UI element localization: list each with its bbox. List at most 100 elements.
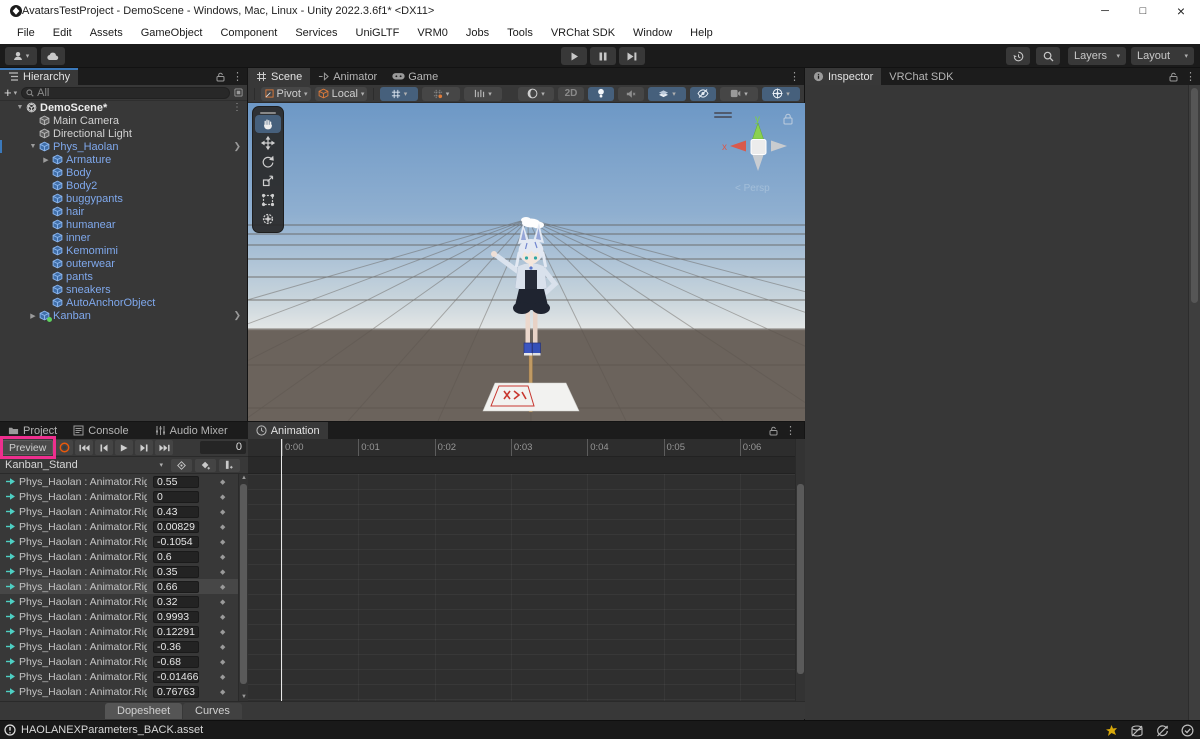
frame-number-field[interactable]: 0 xyxy=(200,441,246,454)
keyframe-diamond-icon[interactable]: ◆ xyxy=(220,508,225,516)
create-object-button[interactable]: + ▾ xyxy=(4,85,17,100)
property-value-field[interactable]: 0.12291 xyxy=(153,625,199,638)
lock-icon[interactable] xyxy=(1169,72,1178,82)
menu-services[interactable]: Services xyxy=(286,22,346,44)
menu-window[interactable]: Window xyxy=(624,22,681,44)
keyframe-diamond-icon[interactable]: ◆ xyxy=(220,628,225,636)
animated-property-row[interactable]: Phys_Haolan : Animator.Rig 0.00829 ◆ xyxy=(0,519,238,534)
debugger-icon[interactable] xyxy=(1105,724,1118,737)
open-prefab-chevron-icon[interactable]: ❯ xyxy=(233,141,241,152)
transform-tool-button[interactable] xyxy=(255,210,281,228)
keyframe-diamond-icon[interactable]: ◆ xyxy=(220,523,225,531)
menu-tools[interactable]: Tools xyxy=(498,22,542,44)
menu-jobs[interactable]: Jobs xyxy=(457,22,498,44)
pivot-dropdown[interactable]: Pivot ▾ xyxy=(261,86,311,101)
filter-by-selection-button[interactable] xyxy=(171,458,192,472)
disclosure-triangle-icon[interactable]: ▼ xyxy=(27,143,39,150)
local-dropdown[interactable]: Local ▾ xyxy=(315,86,367,101)
keyframe-diamond-icon[interactable]: ◆ xyxy=(220,583,225,591)
keyframe-diamond-icon[interactable]: ◆ xyxy=(220,553,225,561)
minimize-button[interactable]: ─ xyxy=(1086,0,1124,22)
tab-scene[interactable]: Scene xyxy=(248,68,311,85)
animated-property-row[interactable]: Phys_Haolan : Animator.Rig 0.35 ◆ xyxy=(0,564,238,579)
animated-property-row[interactable]: Phys_Haolan : Animator.Rig 0.12291 ◆ xyxy=(0,624,238,639)
inspector-scrollbar[interactable] xyxy=(1188,85,1200,720)
animated-property-row[interactable]: Phys_Haolan : Animator.Rig 0.6 ◆ xyxy=(0,549,238,564)
hierarchy-item-inner[interactable]: inner xyxy=(0,231,247,244)
keyframe-diamond-icon[interactable]: ◆ xyxy=(220,673,225,681)
hierarchy-item-outerwear[interactable]: outerwear xyxy=(0,257,247,270)
hierarchy-item-armature[interactable]: ▶ Armature xyxy=(0,153,247,166)
undo-history-button[interactable] xyxy=(1006,47,1030,65)
animated-property-row[interactable]: Phys_Haolan : Animator.Rig 0.43 ◆ xyxy=(0,504,238,519)
search-button[interactable] xyxy=(1036,47,1060,65)
lock-icon[interactable] xyxy=(769,426,778,436)
hierarchy-item-kemomimi[interactable]: Kemomimi xyxy=(0,244,247,257)
properties-scrollbar[interactable]: ▲ ▼ xyxy=(238,474,248,701)
first-key-button[interactable] xyxy=(75,440,94,455)
last-key-button[interactable] xyxy=(155,440,174,455)
lock-icon[interactable] xyxy=(216,72,225,82)
keyframe-diamond-icon[interactable]: ◆ xyxy=(220,688,225,696)
tab-audio-mixer[interactable]: Audio Mixer xyxy=(147,422,236,439)
open-prefab-chevron-icon[interactable]: ❯ xyxy=(233,310,241,321)
pause-button[interactable] xyxy=(590,47,616,65)
audio-toggle[interactable] xyxy=(618,86,644,101)
keyframe-diamond-icon[interactable]: ◆ xyxy=(220,613,225,621)
dopesheet-tab-button[interactable]: Dopesheet xyxy=(105,703,183,719)
perspective-label[interactable]: < Persp xyxy=(735,183,770,194)
animated-property-row[interactable]: Phys_Haolan : Animator.Rig 0.32 ◆ xyxy=(0,594,238,609)
scene-viewport[interactable]: y x < Persp xyxy=(248,103,805,421)
hierarchy-item-hair[interactable]: hair xyxy=(0,205,247,218)
tab-inspector[interactable]: Inspector xyxy=(805,68,882,85)
record-button[interactable] xyxy=(55,440,74,455)
hierarchy-item-kanban[interactable]: ▶ Kanban ❯ xyxy=(0,309,247,322)
add-event-button[interactable] xyxy=(219,458,240,472)
progress-check-icon[interactable] xyxy=(1181,724,1194,737)
keyframe-diamond-icon[interactable]: ◆ xyxy=(220,568,225,576)
menu-component[interactable]: Component xyxy=(211,22,286,44)
hand-tool-button[interactable] xyxy=(255,115,281,133)
refresh-disabled-icon[interactable] xyxy=(1156,724,1169,737)
hierarchy-item-body2[interactable]: Body2 xyxy=(0,179,247,192)
animated-property-row[interactable]: Phys_Haolan : Animator.Rig 0.55 ◆ xyxy=(0,474,238,489)
keyframe-diamond-icon[interactable]: ◆ xyxy=(220,658,225,666)
timeline-ruler[interactable]: 0:00 0:01 0:02 0:03 0:04 0:05 0:06 xyxy=(248,439,795,457)
increment-snap-toggle[interactable]: ▾ xyxy=(422,86,460,101)
property-value-field[interactable]: 0.43 xyxy=(153,505,199,518)
animated-property-row[interactable]: Phys_Haolan : Animator.Rig -0.68 ◆ xyxy=(0,654,238,669)
hierarchy-search-input[interactable]: All xyxy=(21,86,230,99)
close-button[interactable]: × xyxy=(1162,0,1200,22)
hierarchy-item-humanear[interactable]: humanear xyxy=(0,218,247,231)
add-keyframe-button[interactable] xyxy=(195,458,216,472)
cloud-button[interactable] xyxy=(41,47,65,65)
property-value-field[interactable]: 0.32 xyxy=(153,595,199,608)
keyframe-diamond-icon[interactable]: ◆ xyxy=(220,478,225,486)
menu-edit[interactable]: Edit xyxy=(44,22,81,44)
menu-gameobject[interactable]: GameObject xyxy=(132,22,212,44)
inspector-menu-icon[interactable]: ⋮ xyxy=(1185,70,1196,83)
tab-animator[interactable]: Animator xyxy=(310,68,385,85)
account-button[interactable]: ▾ xyxy=(5,47,37,65)
play-button[interactable] xyxy=(561,47,587,65)
keyframe-diamond-icon[interactable]: ◆ xyxy=(220,493,225,501)
property-value-field[interactable]: -0.1054 xyxy=(153,535,199,548)
clip-dropdown[interactable]: Kanban_Stand ▾ xyxy=(0,457,168,474)
property-value-field[interactable]: 0.66 xyxy=(153,580,199,593)
tab-vrchat-sdk[interactable]: VRChat SDK xyxy=(881,68,961,85)
property-value-field[interactable]: 0 xyxy=(153,490,199,503)
scene-options-icon[interactable]: ⋮ xyxy=(232,102,242,113)
dopesheet-area[interactable] xyxy=(248,474,795,701)
hierarchy-item-phys-haolan[interactable]: ▼ Phys_Haolan ❯ xyxy=(0,140,247,153)
property-value-field[interactable]: 0.55 xyxy=(153,475,199,488)
curves-tab-button[interactable]: Curves xyxy=(183,703,242,719)
scale-tool-button[interactable] xyxy=(255,172,281,190)
hierarchy-item-buggypants[interactable]: buggypants xyxy=(0,192,247,205)
layers-dropdown[interactable]: Layers ▾ xyxy=(1068,47,1126,65)
hierarchy-item-sneakers[interactable]: sneakers xyxy=(0,283,247,296)
keyframe-diamond-icon[interactable]: ◆ xyxy=(220,643,225,651)
menu-assets[interactable]: Assets xyxy=(81,22,132,44)
scene-visibility-toggle[interactable] xyxy=(690,86,716,101)
2d-toggle[interactable]: 2D xyxy=(558,86,584,101)
menu-vrchat-sdk[interactable]: VRChat SDK xyxy=(542,22,624,44)
